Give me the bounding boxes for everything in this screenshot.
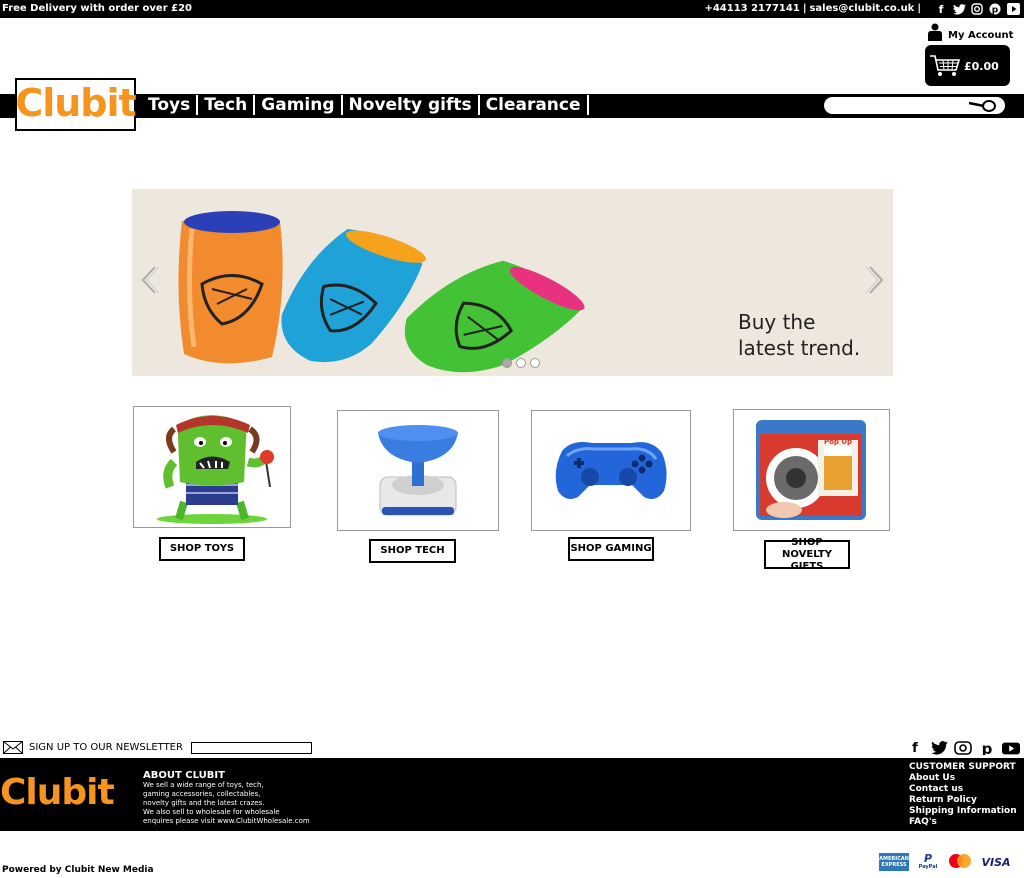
social-links-top: f p	[934, 2, 1020, 16]
svg-text:Pop Up: Pop Up	[824, 438, 852, 446]
svg-text:p: p	[992, 6, 999, 16]
support-link-return-policy[interactable]: Return Policy	[909, 795, 1017, 806]
cart-total: £0.00	[964, 60, 999, 73]
nav-item-tech[interactable]: Tech	[204, 95, 256, 115]
twitter-icon[interactable]	[952, 2, 966, 16]
clubit-logo[interactable]: Clubit	[15, 78, 137, 131]
newsletter-label: SIGN UP TO OUR NEWSLETTER	[29, 742, 183, 753]
shop-tech-button[interactable]: SHOP TECH	[369, 539, 456, 563]
paypal-icon: P PayPal	[918, 852, 938, 870]
free-delivery-promo: Free Delivery with order over £20	[2, 3, 192, 14]
instagram-icon[interactable]	[970, 2, 984, 16]
search-icon[interactable]	[967, 98, 997, 117]
logo-text: Clubit	[15, 80, 136, 125]
contact-info: +44113 2177141 | sales@clubit.co.uk |	[704, 3, 924, 14]
slider-next-arrow[interactable]	[865, 265, 887, 295]
phone-number[interactable]: +44113 2177141	[704, 3, 799, 14]
amex-icon: AMERICAN EXPRESS	[879, 853, 909, 871]
about-line: enquires please visit www.ClubitWholesal…	[143, 817, 310, 825]
facebook-icon[interactable]: f	[906, 741, 924, 756]
visa-label: VISA	[981, 855, 1011, 869]
nav-item-gaming[interactable]: Gaming	[261, 95, 343, 115]
about-line: gaming accessories, collectables,	[143, 790, 261, 798]
slide-caption-line-1: Buy the	[738, 310, 816, 334]
shop-gaming-button[interactable]: SHOP GAMING	[568, 537, 654, 561]
envelope-icon	[3, 741, 23, 754]
shopping-cart-icon	[930, 55, 961, 76]
top-bar: Free Delivery with order over £20 +44113…	[0, 0, 1024, 18]
main-nav: Toys Tech Gaming Novelty gifts Clearance	[148, 95, 595, 115]
my-account-label: My Account	[948, 30, 1014, 41]
powered-by: Powered by Clubit New Media	[2, 865, 154, 875]
search-input[interactable]	[832, 101, 962, 118]
slide-caption-line-2: latest trend.	[738, 336, 861, 360]
social-links-bottom: f p	[906, 741, 1020, 756]
footer: Clubit ABOUT CLUBIT We sell a wide range…	[0, 758, 1024, 831]
slider-dot-3[interactable]	[530, 358, 540, 368]
instagram-icon[interactable]	[954, 741, 972, 755]
email-link[interactable]: sales@clubit.co.uk	[809, 3, 914, 14]
payment-methods: AMERICAN EXPRESS P PayPal VISA	[879, 853, 1011, 871]
user-icon	[928, 23, 942, 41]
shop-novelty-gifts-button[interactable]: SHOP NOVELTY GIFTS	[764, 537, 850, 572]
facebook-icon[interactable]: f	[934, 2, 948, 16]
about-section: ABOUT CLUBIT We sell a wide range of toy…	[143, 770, 313, 826]
support-link-contact-us[interactable]: Contact us	[909, 784, 1017, 795]
about-line: We sell a wide range of toys, tech,	[143, 781, 264, 789]
tech-category-image[interactable]	[337, 410, 499, 531]
mastercard-icon	[947, 853, 973, 871]
customer-support: CUSTOMER SUPPORT About Us Contact us Ret…	[909, 762, 1017, 828]
nav-item-novelty-gifts[interactable]: Novelty gifts	[349, 95, 480, 115]
youtube-icon[interactable]	[1002, 741, 1020, 755]
slide-image	[178, 211, 585, 373]
paypal-label: PayPal	[918, 864, 938, 870]
contact-separator: |	[802, 3, 807, 14]
cart-button[interactable]: £0.00	[925, 45, 1010, 86]
nav-item-toys[interactable]: Toys	[148, 95, 199, 115]
slider-dot-2[interactable]	[516, 358, 526, 368]
about-title: ABOUT CLUBIT	[143, 770, 225, 781]
slider-pagination	[502, 358, 540, 368]
newsletter-email-input[interactable]	[190, 741, 312, 754]
novelty-gifts-category-image[interactable]: Pop Up	[733, 409, 890, 531]
shop-toys-button[interactable]: SHOP TOYS	[159, 537, 245, 561]
about-line: We also sell to wholesale for wholesale	[143, 808, 280, 816]
svg-text:p: p	[982, 741, 993, 755]
slider-dot-1[interactable]	[502, 358, 512, 368]
search-box	[824, 97, 1005, 118]
amex-label: AMERICAN EXPRESS	[879, 856, 909, 868]
toys-category-image[interactable]	[133, 406, 291, 528]
support-title: CUSTOMER SUPPORT	[909, 762, 1016, 772]
slider-prev-arrow[interactable]	[138, 265, 160, 295]
pinterest-icon[interactable]: p	[988, 2, 1002, 16]
support-link-about-us[interactable]: About Us	[909, 773, 1017, 784]
twitter-icon[interactable]	[930, 741, 948, 755]
footer-logo[interactable]: Clubit	[0, 772, 115, 813]
about-line: novelty gifts and the latest crazes.	[143, 799, 265, 807]
contact-separator: |	[917, 3, 921, 14]
visa-icon: VISA	[981, 853, 1011, 871]
youtube-icon[interactable]	[1006, 2, 1020, 16]
gaming-category-image[interactable]	[531, 410, 691, 531]
support-link-shipping-information[interactable]: Shipping Information	[909, 806, 1017, 817]
slide-caption: Buy the latest trend.	[738, 309, 860, 361]
newsletter-signup: SIGN UP TO OUR NEWSLETTER	[3, 741, 312, 754]
pinterest-icon[interactable]: p	[978, 741, 996, 755]
hero-slider[interactable]: Buy the latest trend.	[132, 189, 893, 376]
my-account-link[interactable]: My Account	[927, 23, 1013, 41]
support-link-faqs[interactable]: FAQ's	[909, 817, 1017, 828]
nav-item-clearance[interactable]: Clearance	[486, 95, 589, 115]
